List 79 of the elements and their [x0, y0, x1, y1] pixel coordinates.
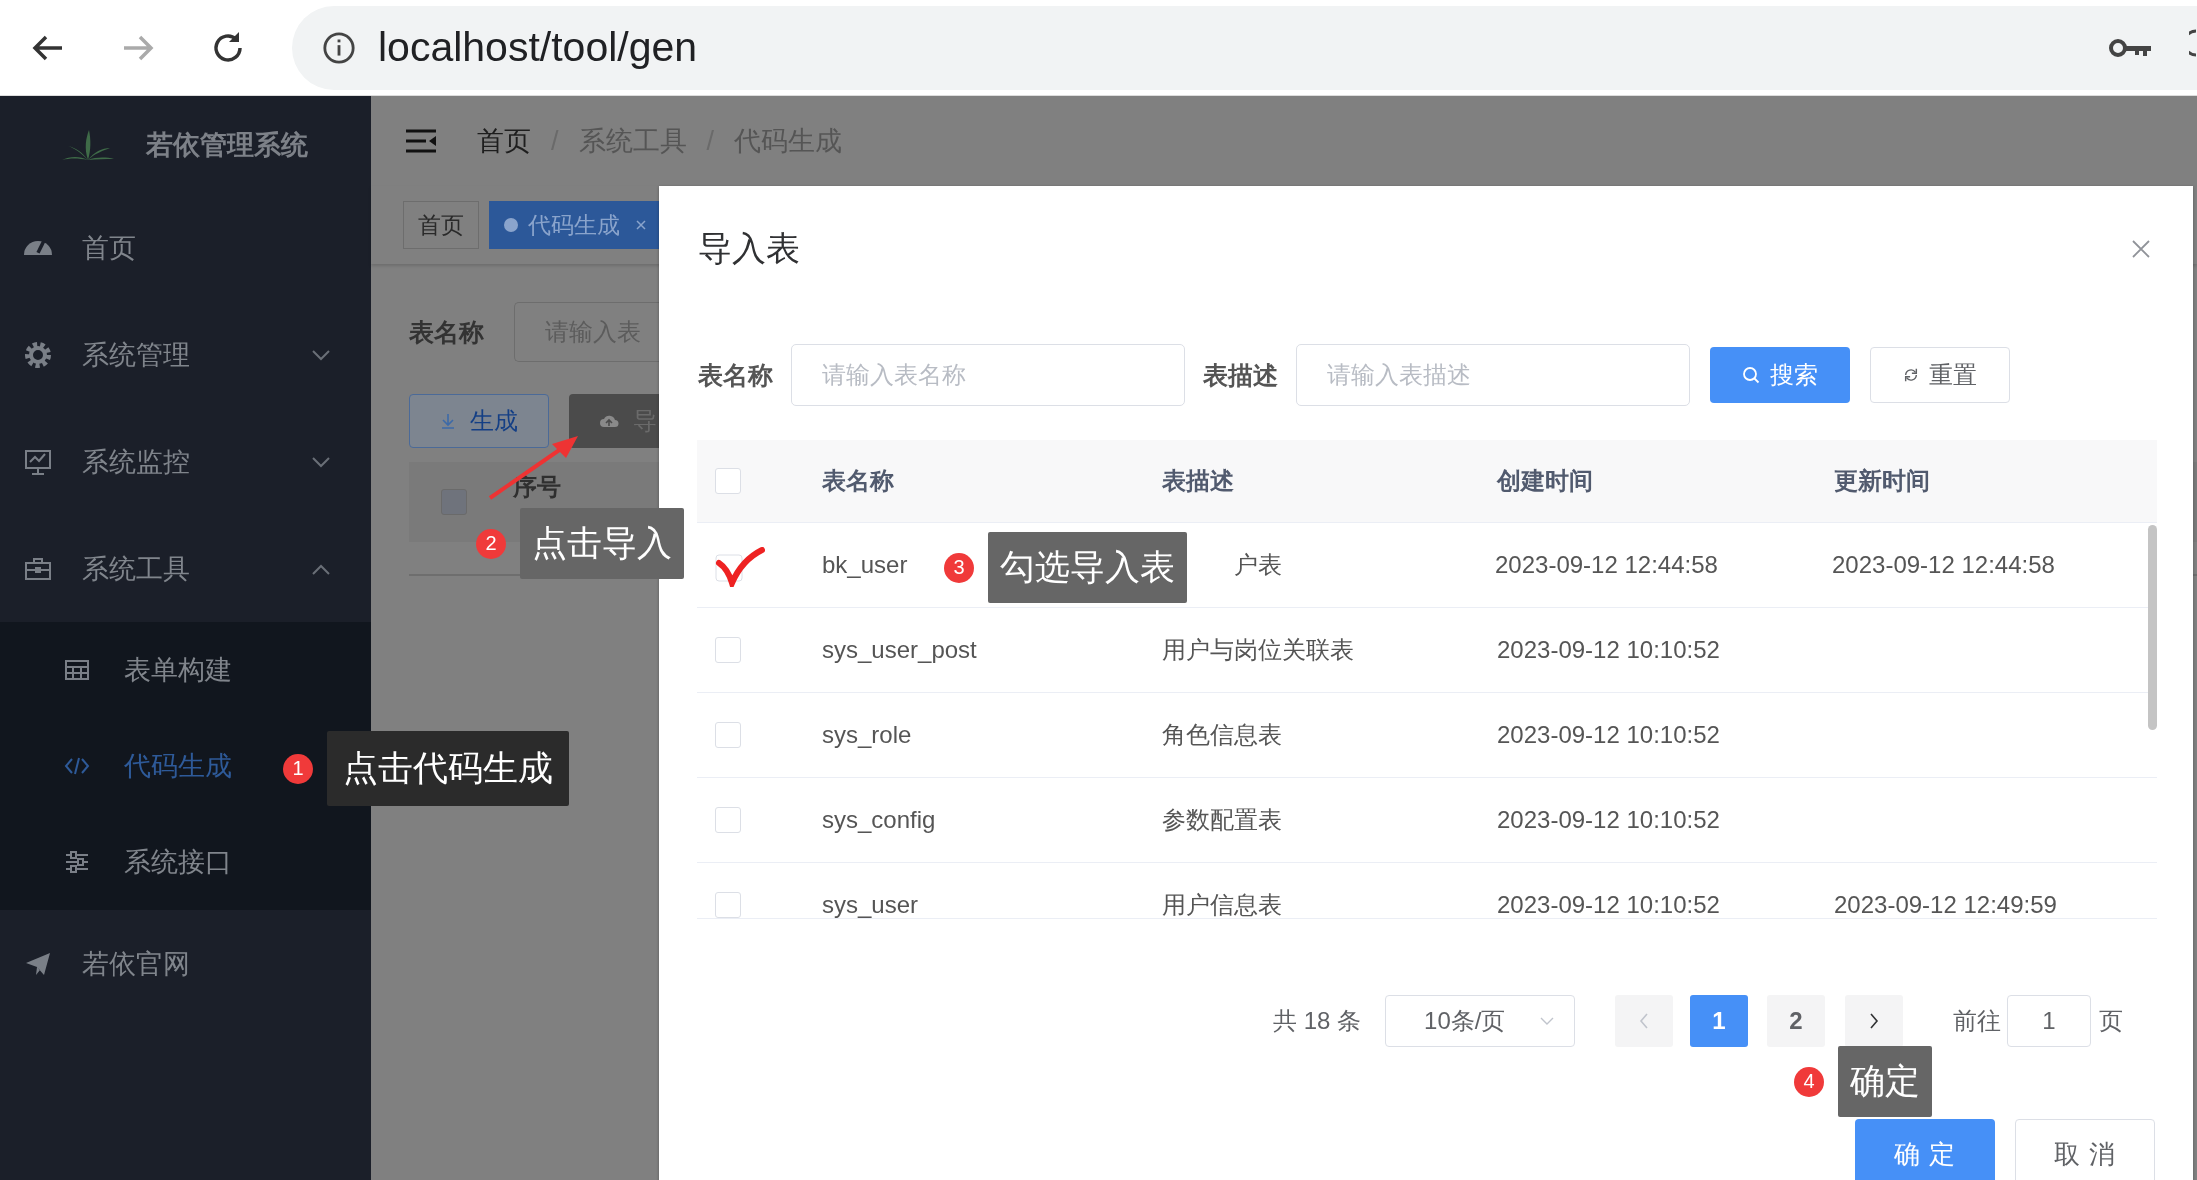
field-label: 表名称	[409, 316, 484, 348]
info-icon[interactable]	[322, 30, 356, 65]
table-cell: sys_user_post	[822, 636, 977, 663]
page-suffix: 页	[2099, 1006, 2124, 1036]
close-icon[interactable]	[2131, 239, 2151, 259]
table-cell: 2023-09-12 10:10:52	[1497, 636, 1720, 663]
page-tab[interactable]: 首页	[403, 201, 479, 249]
arc-icon[interactable]	[2189, 28, 2197, 58]
table-cell: 2023-09-12 10:10:52	[1497, 806, 1720, 833]
menu-item[interactable]: 首页	[0, 194, 371, 301]
scrollbar[interactable]	[2148, 525, 2157, 730]
checkbox[interactable]	[715, 547, 765, 587]
refresh-icon	[1903, 367, 1919, 383]
callout-label: 确定	[1838, 1046, 1932, 1117]
menu-icon[interactable]	[405, 129, 437, 153]
url-text: localhost/tool/gen	[378, 24, 699, 71]
dialog-title: 导入表	[698, 228, 800, 269]
table-cell: 2023-09-12 10:10:52	[1497, 891, 1720, 918]
search-button[interactable]: 搜索	[1710, 347, 1850, 403]
menu-item[interactable]: 系统管理	[0, 301, 371, 408]
table-icon	[64, 658, 90, 682]
table-cell: 2023-09-12 12:44:58	[1832, 551, 2055, 578]
sliders-icon	[64, 850, 90, 874]
table-cell: sys_role	[822, 721, 912, 748]
table-cell: 用户与岗位关联表	[1162, 636, 1354, 663]
gear-icon	[24, 340, 52, 369]
close-icon[interactable]	[636, 220, 646, 230]
table-cell: 参数配置表	[1162, 806, 1282, 833]
chevron-right-icon	[1869, 1013, 1880, 1029]
menu-item[interactable]: 若依官网	[0, 910, 371, 1017]
column-header: 更新时间	[1834, 467, 1930, 494]
submenu-item[interactable]: 表单构建	[0, 622, 270, 718]
breadcrumb-separator: /	[551, 125, 559, 157]
field-label: 表描述	[1203, 359, 1278, 391]
breadcrumb-separator: /	[706, 125, 715, 157]
input-field[interactable]: 请输入表描述	[1296, 344, 1690, 406]
table-cell: 2023-09-12 12:44:58	[1495, 551, 1718, 578]
download-icon	[440, 413, 456, 429]
page-input[interactable]: 1	[2007, 995, 2092, 1047]
cancel-button[interactable]: 取 消	[2015, 1119, 2155, 1180]
table-cell: 用户信息表	[1162, 891, 1282, 918]
monitor-icon	[24, 447, 52, 476]
table-cell: sys_user	[822, 891, 919, 918]
page-number[interactable]: 2	[1767, 995, 1826, 1047]
app-title: 若依管理系统	[146, 129, 308, 162]
menu-item[interactable]: 系统工具	[0, 515, 371, 622]
cloud-upload-icon	[599, 413, 619, 429]
table-cell: 2023-09-12 12:49:59	[1834, 891, 2057, 918]
reset-button[interactable]: 重置	[1870, 347, 2010, 403]
chevron-icon	[1540, 1017, 1555, 1025]
table-cell: 2023-09-12 10:10:52	[1497, 721, 1720, 748]
column-header: 创建时间	[1497, 467, 1593, 494]
dashboard-icon	[24, 240, 52, 255]
table-cell: bk_user	[822, 551, 908, 578]
breadcrumb-item[interactable]: 首页	[477, 123, 531, 159]
input-field[interactable]: 请输入表名称	[791, 344, 1185, 406]
callout-label: 点击代码生成	[327, 731, 569, 806]
table-cell: 户表	[1234, 551, 1282, 578]
column-header: 表描述	[1162, 467, 1234, 494]
confirm-button[interactable]: 确 定	[1855, 1119, 1995, 1180]
total-count: 共 18 条	[1273, 1006, 1362, 1036]
chevron-left-icon	[1639, 1013, 1650, 1029]
column-header: 表名称	[822, 467, 894, 494]
submenu-item[interactable]: 系统接口	[0, 814, 270, 910]
next-page-button[interactable]	[1845, 995, 1904, 1047]
address-bar[interactable]: localhost/tool/gen	[292, 5, 2197, 90]
goto-label: 前往	[1953, 1006, 2002, 1036]
dot-icon	[504, 218, 518, 232]
callout-label: 勾选导入表	[988, 532, 1187, 603]
table-cell: 角色信息表	[1162, 721, 1282, 748]
callout-label: 点击导入	[520, 508, 684, 579]
page-number[interactable]: 1	[1690, 995, 1749, 1047]
generate-button[interactable]: 生成	[409, 394, 549, 448]
search-icon	[1742, 366, 1760, 384]
menu-item[interactable]: 系统监控	[0, 408, 371, 515]
submenu-item[interactable]: 代码生成	[0, 718, 270, 814]
page-size-select[interactable]: 10条/页	[1385, 995, 1576, 1047]
table-cell: sys_config	[822, 806, 936, 833]
field-label: 表名称	[698, 359, 773, 391]
